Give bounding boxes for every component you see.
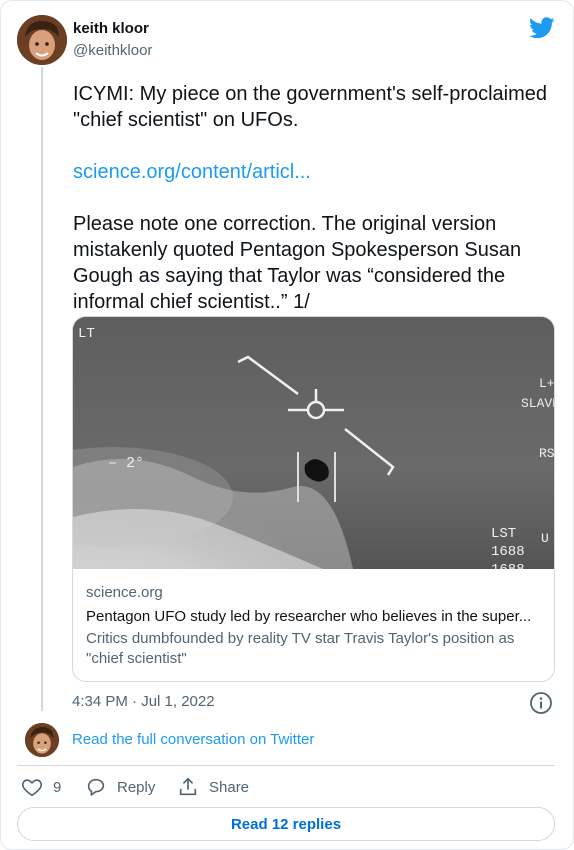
link-description: Critics dumbfounded by reality TV star T…	[86, 630, 515, 667]
link-title[interactable]: Pentagon UFO study led by researcher who…	[86, 607, 546, 627]
link-preview-image[interactable]: LT – 2° L+S SLAVE RST LST 1688 1688 U F	[73, 317, 555, 569]
link-domain: science.org	[86, 584, 163, 601]
read-replies-button[interactable]: Read 12 replies	[17, 807, 555, 841]
image-overlay-rst: RST	[539, 446, 555, 461]
tweet-card: keith kloor @keithkloor ICYMI: My piece …	[0, 0, 574, 850]
image-overlay-top-left: LT	[78, 326, 95, 342]
reply-icon	[87, 778, 105, 797]
reply-label: Reply	[117, 778, 156, 796]
tweet-timestamp[interactable]: 4:34 PM · Jul 1, 2022	[72, 693, 215, 710]
image-overlay-angle: – 2°	[108, 455, 144, 472]
read-conversation-link[interactable]: Read the full conversation on Twitter	[72, 731, 314, 748]
image-overlay-right-bottom: U F	[541, 531, 555, 546]
twitter-bird-icon[interactable]	[529, 17, 555, 39]
share-icon	[179, 777, 197, 796]
link-preview-meta: science.org Pentagon UFO study led by re…	[86, 583, 546, 669]
reply-button[interactable]: Reply	[85, 775, 155, 799]
link-preview-card[interactable]: LT – 2° L+S SLAVE RST LST 1688 1688 U F …	[72, 316, 555, 682]
image-overlay-slave: SLAVE	[521, 396, 555, 411]
tweet-text-intro: ICYMI: My piece on the government's self…	[73, 83, 548, 131]
divider	[17, 765, 555, 766]
share-label: Share	[209, 778, 250, 796]
like-count: 9	[53, 778, 62, 796]
image-overlay-number-2: 1688	[491, 562, 525, 569]
image-overlay-lst: LST	[491, 526, 516, 542]
share-button[interactable]: Share	[177, 775, 249, 799]
info-icon[interactable]	[529, 691, 553, 715]
image-overlay-number: 1688	[491, 544, 525, 560]
heart-icon	[21, 779, 43, 797]
thread-line	[41, 67, 43, 711]
tweet-link[interactable]: science.org/content/articl...	[73, 161, 311, 183]
avatar-small[interactable]	[25, 723, 59, 757]
tweet-text-correction: Please note one correction. The original…	[73, 213, 522, 313]
tweet-text: ICYMI: My piece on the government's self…	[73, 81, 553, 315]
author-name[interactable]: keith kloor	[73, 20, 149, 37]
like-button[interactable]: 9	[21, 775, 61, 799]
avatar[interactable]	[17, 15, 67, 65]
author-handle[interactable]: @keithkloor	[73, 42, 152, 59]
image-overlay-right-top: L+S	[539, 376, 555, 391]
